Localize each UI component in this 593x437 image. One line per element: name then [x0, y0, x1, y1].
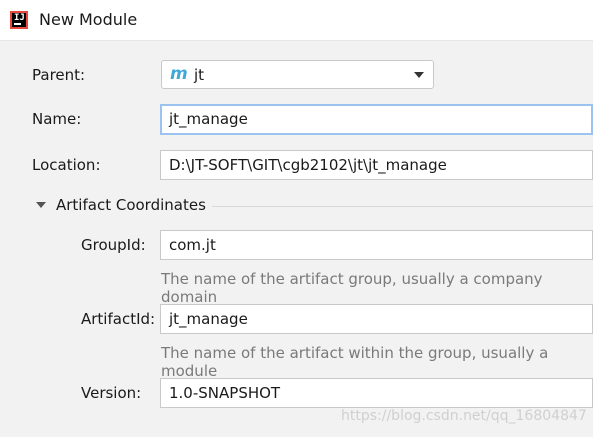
collapse-triangle-icon[interactable] [36, 202, 46, 208]
parent-value: jt [194, 66, 205, 84]
groupid-label: GroupId: [81, 236, 146, 254]
watermark-text: https://blog.csdn.net/qq_16804847 [341, 408, 587, 424]
groupid-field[interactable]: com.jt [160, 230, 593, 260]
groupid-hint: The name of the artifact group, usually … [161, 270, 543, 306]
name-label: Name: [32, 110, 82, 128]
name-field[interactable]: jt_manage [160, 104, 593, 135]
artifactid-label: ArtifactId: [81, 310, 156, 328]
artifactid-hint: The name of the artifact within the grou… [161, 344, 549, 380]
intellij-app-icon: IJ [10, 11, 28, 29]
title-bar: IJ New Module [0, 0, 593, 41]
chevron-down-icon[interactable] [414, 72, 424, 78]
section-divider [212, 206, 593, 207]
artifact-section-title[interactable]: Artifact Coordinates [56, 196, 206, 214]
version-field[interactable]: 1.0-SNAPSHOT [160, 378, 593, 408]
window-title: New Module [39, 10, 138, 29]
parent-label: Parent: [32, 66, 86, 84]
parent-dropdown[interactable]: m jt [161, 60, 434, 89]
version-label: Version: [81, 384, 142, 402]
maven-module-icon: m [170, 64, 188, 84]
artifactid-field[interactable]: jt_manage [160, 304, 593, 334]
location-field[interactable]: D:\JT-SOFT\GIT\cgb2102\jt\jt_manage [160, 150, 593, 180]
location-label: Location: [32, 156, 101, 174]
